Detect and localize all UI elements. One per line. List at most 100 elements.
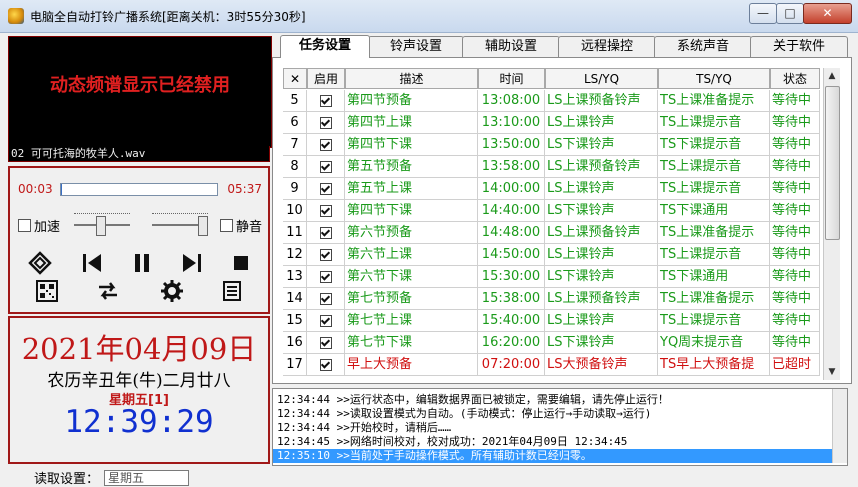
row-enabled-checkbox[interactable] <box>307 178 345 200</box>
row-enabled-checkbox[interactable] <box>307 244 345 266</box>
row-enabled-checkbox[interactable] <box>307 288 345 310</box>
check-icon[interactable] <box>319 337 332 349</box>
digital-clock: 12:39:29 <box>64 404 214 440</box>
row-description: 第六节上课 <box>345 244 478 266</box>
log-scrollbar[interactable] <box>832 389 847 463</box>
row-number: 7 <box>283 134 307 156</box>
volume-slider-thumb[interactable] <box>198 216 208 236</box>
volume-slider[interactable] <box>152 213 208 237</box>
row-enabled-checkbox[interactable] <box>307 112 345 134</box>
spectrum-display: 动态频谱显示已经禁用 <box>8 36 272 148</box>
table-row[interactable]: 12 第六节上课 14:50:00 LS上课铃声 TS上课提示音 等待中 <box>283 244 820 266</box>
check-icon[interactable] <box>319 183 332 195</box>
row-ts-sound: TS上课提示音 <box>658 156 770 178</box>
bottom-bar: 读取设置： 星期五 <box>0 466 858 487</box>
table-row[interactable]: 7 第四节下课 13:50:00 LS下课铃声 TS下课提示音 等待中 <box>283 134 820 156</box>
row-enabled-checkbox[interactable] <box>307 90 345 112</box>
scrollbar-thumb[interactable] <box>825 86 840 240</box>
row-description: 第四节下课 <box>345 134 478 156</box>
tab-about[interactable]: 关于软件 <box>750 36 848 57</box>
row-ts-sound: TS下课通用 <box>658 200 770 222</box>
row-enabled-checkbox[interactable] <box>307 156 345 178</box>
table-row[interactable]: 8 第五节预备 13:58:00 LS上课预备铃声 TS上课提示音 等待中 <box>283 156 820 178</box>
speed-slider[interactable] <box>74 213 130 237</box>
row-status: 等待中 <box>770 90 820 112</box>
now-playing-track: 02 可可托海的牧羊人.wav <box>8 146 270 162</box>
scroll-down-icon[interactable]: ▼ <box>824 364 840 380</box>
table-row[interactable]: 13 第六节下课 15:30:00 LS下课铃声 TS下课通用 等待中 <box>283 266 820 288</box>
table-row[interactable]: 16 第七节下课 16:20:00 LS下课铃声 YQ周末提示音 等待中 <box>283 332 820 354</box>
row-enabled-checkbox[interactable] <box>307 222 345 244</box>
check-icon[interactable] <box>319 293 332 305</box>
minimize-button[interactable]: — <box>749 3 777 24</box>
header-status[interactable]: 状态 <box>770 68 820 89</box>
tab-task-settings[interactable]: 任务设置 <box>280 35 370 58</box>
stop-icon[interactable] <box>229 251 253 275</box>
table-row[interactable]: 15 第七节上课 15:40:00 LS上课铃声 TS上课提示音 等待中 <box>283 310 820 332</box>
table-row[interactable]: 9 第五节上课 14:00:00 LS上课铃声 TS上课提示音 等待中 <box>283 178 820 200</box>
speedup-checkbox[interactable] <box>18 219 31 232</box>
close-button[interactable]: ✕ <box>803 3 852 24</box>
table-row[interactable]: 14 第七节预备 15:38:00 LS上课预备铃声 TS上课准备提示 等待中 <box>283 288 820 310</box>
check-icon[interactable] <box>319 359 332 371</box>
table-row[interactable]: 5 第四节预备 13:08:00 LS上课预备铃声 TS上课准备提示 等待中 <box>283 90 820 112</box>
read-settings-select[interactable]: 星期五 <box>104 470 189 486</box>
header-description[interactable]: 描述 <box>345 68 478 89</box>
log-line-selected[interactable]: 12:35:10 >>当前处于手动操作模式。所有辅助计数已经归零。 <box>273 449 833 463</box>
row-enabled-checkbox[interactable] <box>307 332 345 354</box>
prev-icon[interactable] <box>80 251 104 275</box>
row-ls-sound: LS上课预备铃声 <box>545 156 658 178</box>
stop-loop-icon[interactable] <box>28 251 52 275</box>
table-row[interactable]: 10 第四节下课 14:40:00 LS下课铃声 TS下课通用 等待中 <box>283 200 820 222</box>
tab-bar: 任务设置 铃声设置 辅助设置 远程操控 系统声音 关于软件 <box>272 35 852 58</box>
row-enabled-checkbox[interactable] <box>307 134 345 156</box>
playback-progress-bar[interactable] <box>60 183 218 196</box>
tab-auxiliary-settings[interactable]: 辅助设置 <box>462 36 560 57</box>
row-time: 13:58:00 <box>478 156 545 178</box>
mute-checkbox[interactable] <box>220 219 233 232</box>
row-enabled-checkbox[interactable] <box>307 200 345 222</box>
header-ts-yq[interactable]: TS/YQ <box>658 68 770 89</box>
next-icon[interactable] <box>180 251 204 275</box>
row-enabled-checkbox[interactable] <box>307 354 345 376</box>
shuffle-icon[interactable] <box>96 279 120 303</box>
row-ls-sound: LS下课铃声 <box>545 266 658 288</box>
check-icon[interactable] <box>319 227 332 239</box>
row-enabled-checkbox[interactable] <box>307 266 345 288</box>
row-ts-sound: TS上课提示音 <box>658 112 770 134</box>
speed-slider-thumb[interactable] <box>96 216 106 236</box>
check-icon[interactable] <box>319 95 332 107</box>
row-ls-sound: LS上课预备铃声 <box>545 90 658 112</box>
check-icon[interactable] <box>319 117 332 129</box>
gear-icon[interactable] <box>160 279 184 303</box>
row-ts-sound: TS下课通用 <box>658 266 770 288</box>
row-description: 第四节下课 <box>345 200 478 222</box>
tab-ringtone-settings[interactable]: 铃声设置 <box>368 36 464 57</box>
qr-icon[interactable] <box>35 279 59 303</box>
check-icon[interactable] <box>319 315 332 327</box>
tab-remote-control[interactable]: 远程操控 <box>558 36 656 57</box>
table-row[interactable]: 6 第四节上课 13:10:00 LS上课铃声 TS上课提示音 等待中 <box>283 112 820 134</box>
header-delete[interactable]: ✕ <box>283 68 307 89</box>
row-number: 5 <box>283 90 307 112</box>
scroll-up-icon[interactable]: ▲ <box>824 68 840 84</box>
maximize-button[interactable]: □ <box>776 3 804 24</box>
check-icon[interactable] <box>319 161 332 173</box>
pause-icon[interactable] <box>130 251 154 275</box>
header-ls-yq[interactable]: LS/YQ <box>545 68 658 89</box>
row-ts-sound: TS上课准备提示 <box>658 90 770 112</box>
row-enabled-checkbox[interactable] <box>307 310 345 332</box>
table-row[interactable]: 11 第六节预备 14:48:00 LS上课预备铃声 TS上课准备提示 等待中 <box>283 222 820 244</box>
tab-system-sound[interactable]: 系统声音 <box>654 36 752 57</box>
header-enabled[interactable]: 启用 <box>307 68 345 89</box>
check-icon[interactable] <box>319 205 332 217</box>
check-icon[interactable] <box>319 271 332 283</box>
table-scrollbar[interactable]: ▲ ▼ <box>823 68 840 380</box>
check-icon[interactable] <box>319 249 332 261</box>
list-icon[interactable] <box>220 279 244 303</box>
table-row[interactable]: 17 早上大预备 07:20:00 LS大预备铃声 TS早上大预备提 已超时 <box>283 354 820 376</box>
check-icon[interactable] <box>319 139 332 151</box>
row-time: 14:00:00 <box>478 178 545 200</box>
title-bar: 电脑全自动打铃广播系统[距离关机：3时55分30秒] — □ ✕ <box>0 0 858 33</box>
header-time[interactable]: 时间 <box>478 68 545 89</box>
